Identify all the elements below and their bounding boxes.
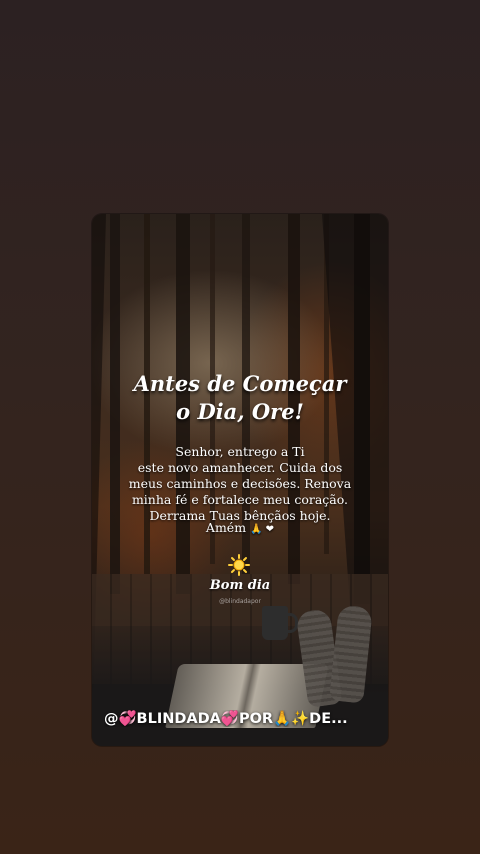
title-line-2: o Dia, Ore! xyxy=(176,399,304,424)
coffee-mug-handle xyxy=(285,613,298,633)
story-card[interactable]: Antes de Começar o Dia, Ore! Senhor, ent… xyxy=(92,214,388,746)
amen-line: Amém 🙏 ❤ xyxy=(92,520,388,535)
post-title: Antes de Começar o Dia, Ore! xyxy=(92,370,388,426)
amen-emojis: 🙏 ❤ xyxy=(250,524,275,535)
title-line-1: Antes de Começar xyxy=(133,371,347,396)
author-username[interactable]: @💞BLINDADA💞POR🙏✨DE... xyxy=(104,710,378,727)
prayer-text: Senhor, entrego a Ti este novo amanhecer… xyxy=(128,444,352,523)
sun-icon xyxy=(228,554,250,576)
greeting-text: Bom dia xyxy=(209,578,271,593)
watermark-text: @blindadapor xyxy=(219,598,261,605)
amen-text: Amém xyxy=(205,520,247,535)
